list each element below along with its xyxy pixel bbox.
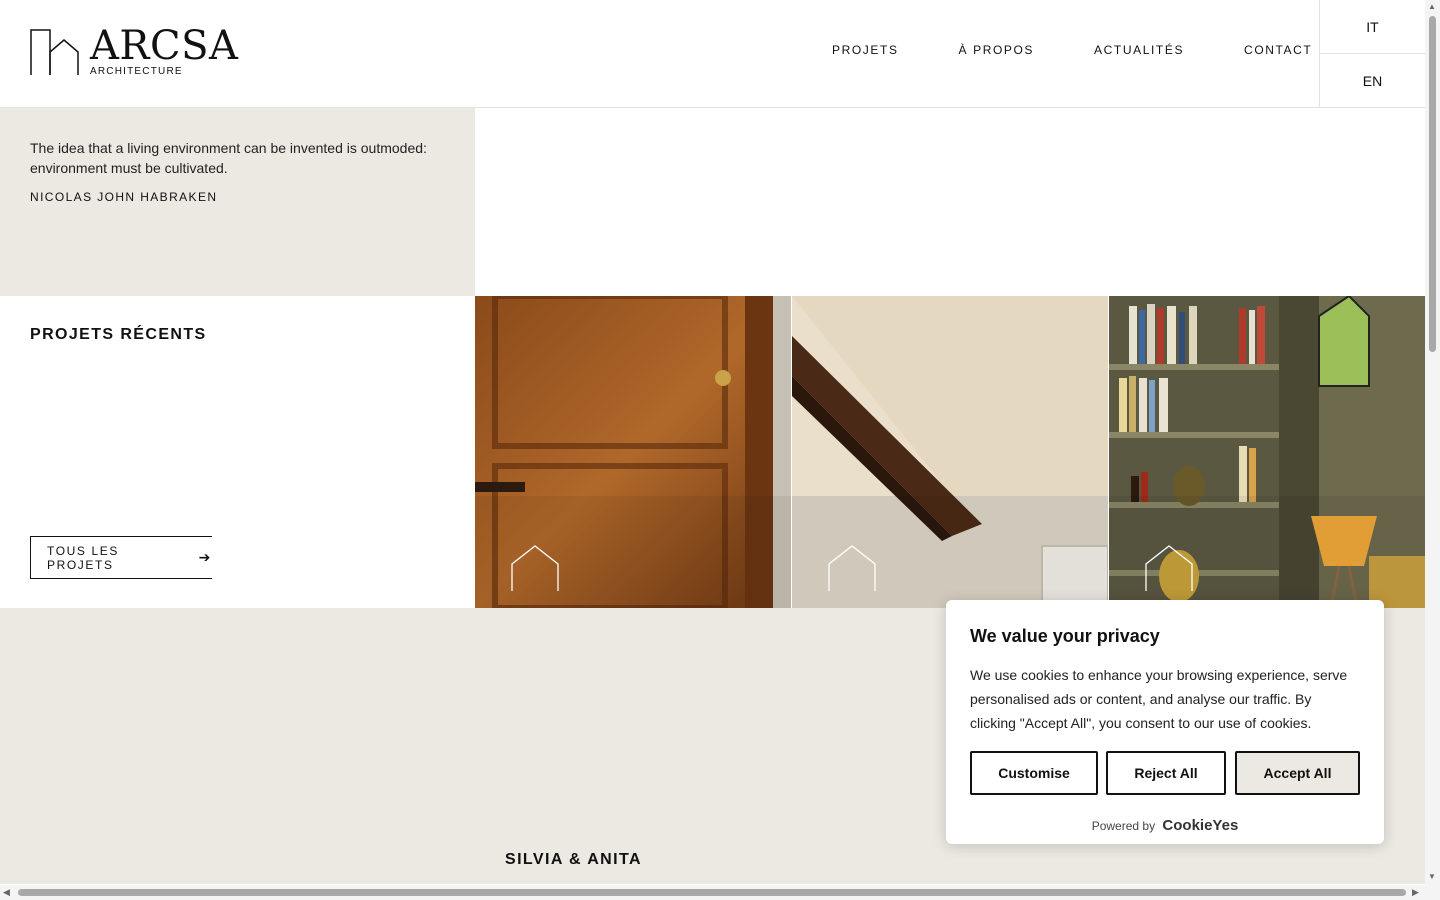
all-projects-label: TOUS LES PROJETS xyxy=(47,543,119,572)
house-outline-icon xyxy=(828,545,876,591)
recent-projects-title: PROJETS RÉCENTS xyxy=(30,326,207,343)
house-outline-icon xyxy=(511,545,559,591)
quote-text: The idea that a living environment can b… xyxy=(30,140,427,176)
scroll-up-icon[interactable]: ▲ xyxy=(1428,2,1436,11)
nav-contact[interactable]: CONTACT xyxy=(1244,43,1312,57)
powered-by: Powered by CookieYes xyxy=(970,817,1360,834)
project-tile-door[interactable] xyxy=(475,296,791,608)
language-switcher: IT EN xyxy=(1319,0,1425,108)
main-nav: PROJETS À PROPOS ACTUALITÉS CONTACT xyxy=(832,43,1372,57)
reject-all-button[interactable]: Reject All xyxy=(1106,751,1226,795)
cookie-actions: Customise Reject All Accept All xyxy=(970,751,1360,795)
accept-all-button[interactable]: Accept All xyxy=(1235,751,1360,795)
quote-block: The idea that a living environment can b… xyxy=(0,108,475,296)
vertical-scrollbar[interactable]: ▲ ▼ xyxy=(1425,0,1440,885)
logo-house-icon xyxy=(30,29,79,75)
site-header: ARCSA ARCHITECTURE PROJETS À PROPOS ACTU… xyxy=(0,0,1425,108)
logo-name: ARCSA xyxy=(90,23,239,69)
customise-button[interactable]: Customise xyxy=(970,751,1098,795)
scrollbar-corner xyxy=(1425,885,1440,900)
powered-by-label: Powered by xyxy=(1091,819,1156,833)
lang-it[interactable]: IT xyxy=(1320,0,1425,54)
cookie-title: We value your privacy xyxy=(970,626,1160,646)
lang-en[interactable]: EN xyxy=(1320,54,1425,108)
project-tile-library[interactable] xyxy=(1109,296,1425,608)
horizontal-scroll-thumb[interactable] xyxy=(18,889,1406,896)
testimonial-name: SILVIA & ANITA xyxy=(505,851,642,868)
house-outline-icon xyxy=(1145,545,1193,591)
scroll-left-icon[interactable]: ◀ xyxy=(3,887,10,898)
cookieyes-logo[interactable]: CookieYes xyxy=(1162,817,1238,834)
project-tile-attic[interactable] xyxy=(792,296,1108,608)
arrow-right-icon: ➔ xyxy=(198,549,212,565)
horizontal-scrollbar[interactable]: ◀ ▶ xyxy=(0,885,1425,900)
quote-author: NICOLAS JOHN HABRAKEN xyxy=(30,190,218,204)
cookie-text: We use cookies to enhance your browsing … xyxy=(970,667,1348,731)
all-projects-button[interactable]: TOUS LES PROJETS ➔ xyxy=(30,536,212,579)
recent-projects: PROJETS RÉCENTS TOUS LES PROJETS ➔ xyxy=(0,296,475,608)
logo[interactable]: ARCSA ARCHITECTURE xyxy=(30,23,239,77)
vertical-scroll-thumb[interactable] xyxy=(1429,16,1436,352)
scroll-down-icon[interactable]: ▼ xyxy=(1428,872,1436,881)
cookie-consent-banner: We value your privacy We use cookies to … xyxy=(946,600,1384,844)
project-gallery xyxy=(475,296,1425,608)
nav-a-propos[interactable]: À PROPOS xyxy=(959,43,1034,57)
nav-actualites[interactable]: ACTUALITÉS xyxy=(1094,43,1184,57)
nav-projets[interactable]: PROJETS xyxy=(832,43,899,57)
scroll-right-icon[interactable]: ▶ xyxy=(1412,887,1419,898)
